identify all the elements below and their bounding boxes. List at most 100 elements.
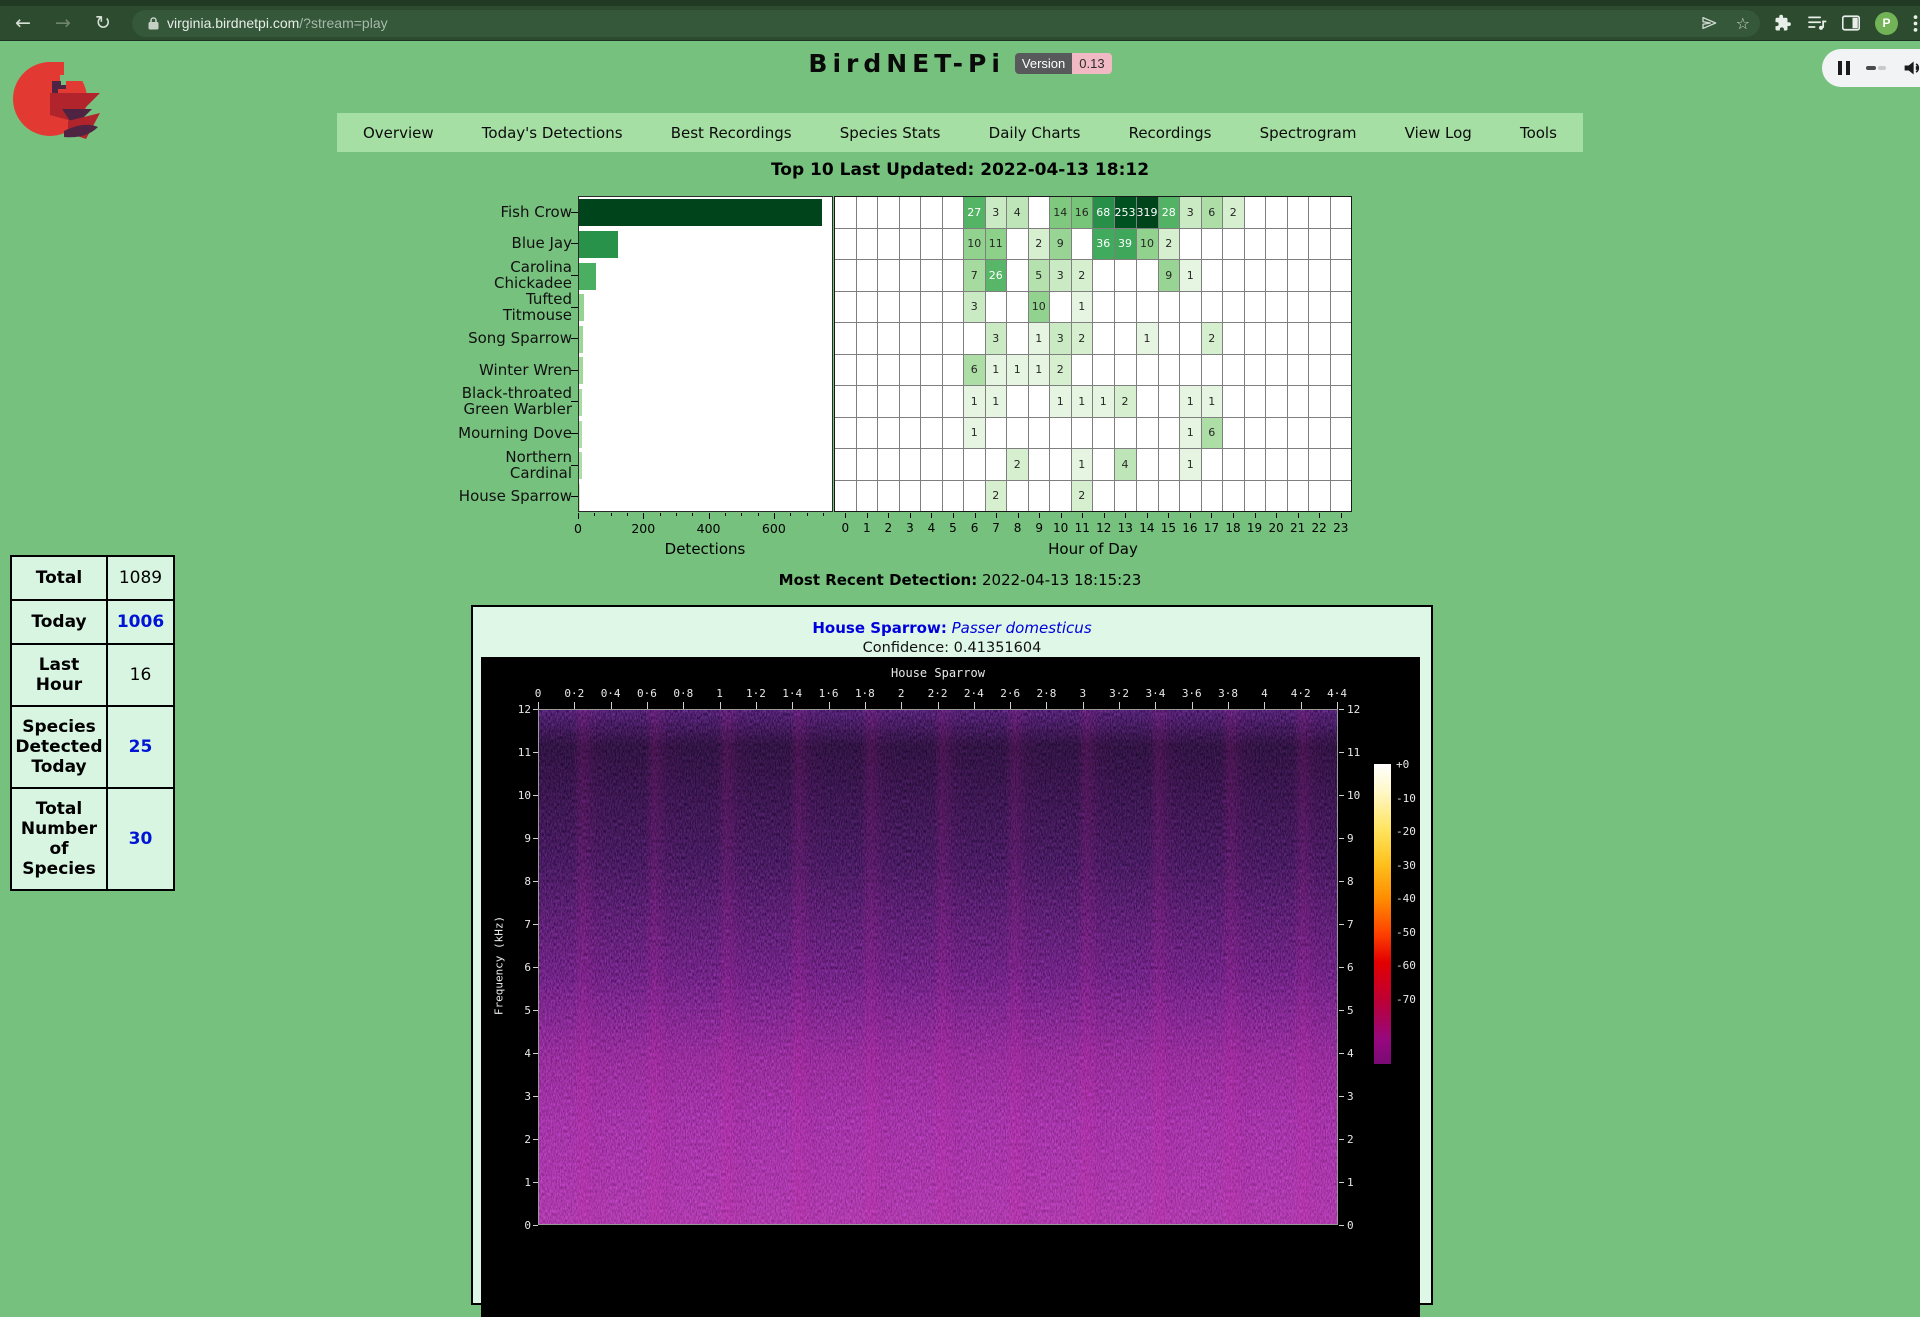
reload-button[interactable]: ↻	[86, 9, 120, 37]
stats-row-today: Today1006	[12, 601, 173, 645]
send-icon[interactable]	[1700, 15, 1718, 31]
species-label-house-sparrow: House Sparrow	[440, 480, 572, 512]
heatmap-cell	[1266, 197, 1287, 228]
stats-value-today[interactable]: 1006	[108, 601, 173, 643]
heatmap-cell	[1180, 292, 1201, 323]
heatmap-cell	[943, 355, 964, 386]
pause-button[interactable]	[1838, 61, 1850, 75]
heatmap-cell	[921, 481, 942, 512]
time-axis-tick	[829, 702, 830, 709]
heatmap-cell	[1180, 355, 1201, 386]
heatmap-cell	[1093, 481, 1114, 512]
bar-axis-tick-label: 600	[754, 521, 794, 536]
side-panel-icon[interactable]	[1842, 15, 1860, 31]
heatmap-cell	[1223, 292, 1244, 323]
heatmap-cell	[1180, 323, 1201, 354]
forward-button[interactable]: →	[46, 9, 80, 37]
time-axis-tick-label: 0	[523, 687, 553, 700]
volume-icon[interactable]	[1902, 59, 1920, 77]
bar-axis-major-tick	[578, 513, 579, 519]
stats-value-total-number-of-species[interactable]: 30	[108, 789, 173, 889]
nav-item-view-log[interactable]: View Log	[1405, 124, 1472, 142]
heatmap-cell	[857, 418, 878, 449]
heatmap-cell	[943, 260, 964, 291]
species-axis-tick	[571, 338, 578, 339]
heatmap-cell	[1007, 260, 1028, 291]
nav-item-best-recordings[interactable]: Best Recordings	[671, 124, 792, 142]
heatmap-cell	[1029, 197, 1050, 228]
freq-axis-tick-left	[533, 1096, 538, 1097]
nav-item-recordings[interactable]: Recordings	[1129, 124, 1212, 142]
heatmap-cell	[921, 355, 942, 386]
nav-item-overview[interactable]: Overview	[363, 124, 434, 142]
extensions-icon[interactable]	[1774, 14, 1792, 32]
heatmap-cell	[1137, 292, 1158, 323]
heatmap-cell	[1180, 229, 1201, 260]
hour-axis-tick	[867, 513, 868, 518]
back-button[interactable]: ←	[6, 9, 40, 37]
detections-label: Detections	[625, 540, 785, 558]
time-axis-tick	[647, 702, 648, 709]
heatmap-cell: 1	[1029, 323, 1050, 354]
nav-item-today-s-detections[interactable]: Today's Detections	[482, 124, 623, 142]
spectrogram-panel: House Sparrow: Passer domesticus Confide…	[471, 605, 1433, 1305]
browser-menu-icon[interactable]	[1913, 15, 1918, 32]
bookmark-star-icon[interactable]: ☆	[1736, 14, 1750, 33]
species-bar-song-sparrow	[579, 326, 583, 353]
heatmap-cell	[921, 292, 942, 323]
heatmap-cell	[835, 449, 856, 480]
heatmap-cell	[1309, 229, 1330, 260]
heatmap-cell	[1137, 449, 1158, 480]
bar-axis-minor-tick	[692, 513, 693, 516]
heatmap-cell	[835, 323, 856, 354]
hour-axis-tick	[1104, 513, 1105, 518]
species-name-link[interactable]: House Sparrow:	[812, 619, 946, 637]
heatmap-cell: 14	[1050, 197, 1071, 228]
freq-axis-tick-left	[533, 967, 538, 968]
heatmap-cell	[878, 481, 899, 512]
heatmap-cell	[1137, 260, 1158, 291]
profile-avatar[interactable]: P	[1875, 12, 1898, 35]
media-queue-icon[interactable]	[1807, 15, 1827, 31]
heatmap-cell: 6	[1202, 418, 1223, 449]
heatmap-cell: 1	[964, 418, 985, 449]
nav-item-tools[interactable]: Tools	[1520, 124, 1557, 142]
freq-axis-tick-right	[1339, 1010, 1344, 1011]
heatmap-cell	[1223, 481, 1244, 512]
species-axis-tick	[571, 370, 578, 371]
freq-axis-tick-left	[533, 1010, 538, 1011]
heatmap-cell	[1159, 481, 1180, 512]
heatmap-cell	[964, 323, 985, 354]
seek-dash[interactable]	[1866, 66, 1886, 70]
heatmap-cell	[1007, 229, 1028, 260]
scientific-name[interactable]: Passer domesticus	[952, 619, 1092, 637]
heatmap-cell	[1288, 386, 1309, 417]
hour-axis-tick	[953, 513, 954, 518]
address-bar[interactable]: virginia.birdnetpi.com/?stream=play ☆	[132, 10, 1760, 37]
hour-of-day-label: Hour of Day	[1013, 540, 1173, 558]
species-bar-northern-cardinal	[579, 452, 582, 479]
nav-item-daily-charts[interactable]: Daily Charts	[989, 124, 1081, 142]
nav-item-spectrogram[interactable]: Spectrogram	[1260, 124, 1357, 142]
heatmap-cell	[1245, 323, 1266, 354]
heatmap-cell	[1288, 418, 1309, 449]
heatmap-cell	[986, 292, 1007, 323]
heatmap-cell: 10	[1137, 229, 1158, 260]
heatmap-cell	[900, 481, 921, 512]
freq-axis-tick-right	[1339, 752, 1344, 753]
bar-axis-tick-label: 400	[689, 521, 729, 536]
time-axis-tick	[574, 702, 575, 709]
hour-axis-tick-label: 20	[1267, 521, 1285, 535]
heatmap-cell	[1115, 355, 1136, 386]
hour-axis-tick-label: 2	[879, 521, 897, 535]
stats-value-species-detected-today[interactable]: 25	[108, 707, 173, 787]
heatmap-cell: 1	[1072, 292, 1093, 323]
url-text[interactable]: virginia.birdnetpi.com/?stream=play	[167, 15, 388, 31]
heatmap-cell: 11	[986, 229, 1007, 260]
heatmap-cell	[1309, 323, 1330, 354]
heatmap-cell	[921, 386, 942, 417]
heatmap-cell: 16	[1072, 197, 1093, 228]
nav-item-species-stats[interactable]: Species Stats	[840, 124, 941, 142]
time-axis-tick	[1046, 702, 1047, 709]
heatmap-cell	[878, 355, 899, 386]
